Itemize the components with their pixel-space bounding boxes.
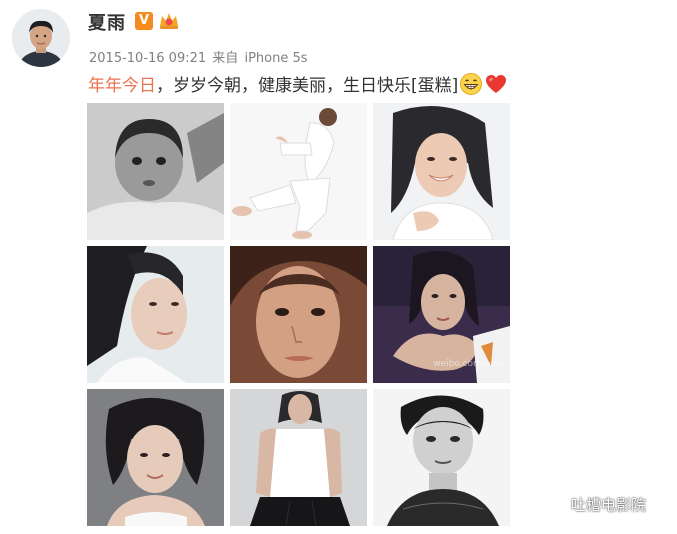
photo-child-bw[interactable] (87, 103, 224, 240)
watermark: weibo.com/aoqi (433, 359, 504, 369)
photo-purple-portrait[interactable]: weibo.com/aoqi (373, 246, 510, 383)
text-body: ，岁岁今朝，健康美丽，生日快乐[蛋糕] (156, 76, 459, 96)
avatar[interactable] (12, 9, 70, 67)
grin-emoji-icon (460, 72, 483, 95)
post-text: 年年今日 ，岁岁今朝，健康美丽，生日快乐[蛋糕] (88, 71, 508, 96)
wechat-icon (545, 495, 566, 512)
brand-watermark: 吐槽电影院 (545, 494, 646, 515)
photo-smiling-portrait[interactable] (373, 103, 510, 240)
photo-short-hair-bw[interactable] (373, 389, 510, 526)
vip-crown-icon[interactable] (158, 10, 180, 30)
photo-bob-haircut[interactable] (87, 389, 224, 526)
photo-white-outfit[interactable] (230, 103, 367, 240)
source-prefix: 来自 (212, 51, 239, 66)
source-device[interactable]: iPhone 5s (244, 51, 307, 66)
heart-emoji-icon (486, 74, 507, 93)
username[interactable]: 夏雨 (88, 9, 126, 35)
brand-label: 吐槽电影院 (571, 496, 647, 514)
photo-closeup-face[interactable] (230, 246, 367, 383)
post-meta: 2015-10-16 09:21 来自 iPhone 5s (89, 47, 310, 66)
text-highlight-link[interactable]: 年年今日 (88, 71, 156, 96)
weibo-post: 夏雨 V 2015-10-16 09:21 来自 iPhone 5s 年年今日，… (0, 0, 677, 534)
verified-badge: V (135, 12, 153, 30)
timestamp[interactable]: 2015-10-16 09:21 (89, 51, 206, 66)
photo-side-portrait[interactable] (87, 246, 224, 383)
photo-white-tank-top[interactable] (230, 389, 367, 526)
